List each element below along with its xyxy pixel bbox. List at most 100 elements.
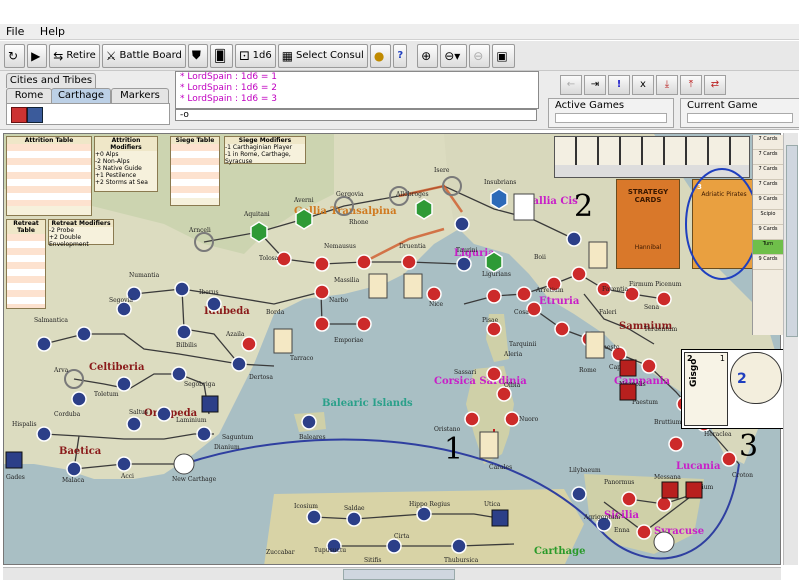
zoom-in-button[interactable]: ⊕ — [417, 43, 439, 68]
city-node[interactable] — [276, 251, 292, 267]
city-node[interactable] — [401, 254, 417, 270]
city-node[interactable] — [451, 538, 467, 554]
city-node[interactable] — [116, 376, 132, 392]
tab-cities-tribes[interactable]: Cities and Tribes — [6, 73, 96, 88]
step-button[interactable]: ▶ — [27, 43, 48, 68]
menu-help[interactable]: Help — [40, 24, 65, 39]
city-node[interactable] — [526, 301, 542, 317]
city-node[interactable] — [156, 406, 172, 422]
city-node[interactable] — [416, 506, 432, 522]
piece-icon[interactable] — [27, 107, 43, 123]
game-map[interactable]: Gallia Transalpina Gallia Cis Liguria Id… — [3, 133, 781, 565]
unit-counter[interactable] — [273, 328, 293, 354]
tab-markers[interactable]: Markers — [111, 88, 169, 103]
city-node[interactable] — [314, 256, 330, 272]
tab-carthage[interactable]: Carthage — [51, 88, 111, 103]
tribe-hex[interactable] — [250, 221, 268, 243]
city-node[interactable] — [36, 426, 52, 442]
horizontal-scroll-thumb[interactable] — [343, 569, 455, 580]
city-node[interactable] — [621, 491, 637, 507]
carthage-control-marker[interactable] — [5, 451, 23, 469]
left-arrow-button[interactable]: ← — [560, 75, 582, 95]
city-node[interactable] — [486, 321, 502, 337]
help-button[interactable]: ? — [393, 43, 408, 68]
city-node[interactable] — [641, 358, 657, 374]
city-node[interactable] — [174, 281, 190, 297]
coin-button[interactable]: ● — [369, 43, 392, 68]
rome-control-marker[interactable] — [685, 481, 703, 499]
sync-button[interactable]: ⇄ — [704, 75, 726, 95]
piece-palette[interactable] — [6, 103, 170, 125]
city-node[interactable] — [566, 231, 582, 247]
city-node[interactable] — [314, 284, 330, 300]
city-node[interactable] — [241, 336, 257, 352]
track-cell-turn[interactable]: Turn — [753, 240, 783, 255]
map-horizontal-scrollbar[interactable] — [3, 567, 781, 580]
city-node[interactable] — [668, 436, 684, 452]
tribe-hex[interactable] — [490, 188, 508, 210]
battle-board-button[interactable]: ⚔ Battle Board — [101, 43, 186, 68]
step-button[interactable]: ⇥ — [584, 75, 606, 95]
unit-counter[interactable] — [368, 273, 388, 299]
city-node[interactable] — [504, 411, 520, 427]
map-vertical-scrollbar[interactable] — [783, 133, 798, 565]
save-button[interactable]: ⤓ — [656, 75, 678, 95]
unit-counter[interactable] — [403, 273, 423, 299]
leader-counter[interactable] — [653, 531, 675, 553]
deck-button[interactable]: ⛊ — [187, 43, 208, 68]
unit-counter[interactable] — [513, 193, 535, 221]
city-node[interactable] — [196, 426, 212, 442]
unit-counter[interactable] — [588, 241, 608, 269]
tab-rome[interactable]: Rome — [6, 88, 52, 103]
hannibal-leader[interactable] — [173, 453, 195, 475]
close-log-button[interactable]: x — [632, 75, 654, 95]
city-node[interactable] — [486, 366, 502, 382]
dice-button[interactable]: ⚀ 1d6 — [235, 43, 276, 68]
city-node[interactable] — [76, 326, 92, 342]
city-node[interactable] — [171, 366, 187, 382]
city-node[interactable] — [306, 509, 322, 525]
card-track-cards[interactable] — [555, 137, 749, 165]
tribe-hex[interactable] — [485, 251, 503, 273]
select-consul-button[interactable]: ▦ Select Consul — [277, 43, 368, 68]
city-node[interactable] — [314, 316, 330, 332]
city-node[interactable] — [301, 414, 317, 430]
city-node[interactable] — [426, 286, 442, 302]
alert-button[interactable]: ! — [608, 75, 630, 95]
city-node[interactable] — [454, 216, 470, 232]
vertical-scroll-thumb[interactable] — [786, 145, 798, 337]
city-node[interactable] — [721, 451, 737, 467]
city-node[interactable] — [71, 391, 87, 407]
undo-button[interactable]: ↻ — [4, 43, 26, 68]
city-node[interactable] — [516, 286, 532, 302]
city-node[interactable] — [464, 411, 480, 427]
active-games-list[interactable] — [555, 113, 667, 123]
carthage-control-marker[interactable] — [491, 509, 509, 527]
city-node[interactable] — [36, 336, 52, 352]
city-node[interactable] — [116, 456, 132, 472]
city-node[interactable] — [176, 324, 192, 340]
city-node[interactable] — [66, 461, 82, 477]
city-node[interactable] — [126, 416, 142, 432]
city-node[interactable] — [231, 356, 247, 372]
current-game-list[interactable] — [687, 113, 793, 123]
city-node[interactable] — [456, 256, 472, 272]
city-node[interactable] — [356, 316, 372, 332]
map-window-button[interactable]: ▣ — [492, 43, 515, 68]
rome-control-marker[interactable] — [661, 481, 679, 499]
city-node[interactable] — [656, 496, 672, 512]
city-node[interactable] — [571, 266, 587, 282]
city-node[interactable] — [636, 524, 652, 540]
city-node[interactable] — [356, 254, 372, 270]
load-button[interactable]: ⤒ — [680, 75, 702, 95]
retire-button[interactable]: ⇆ Retire — [49, 43, 100, 68]
gisgo-counter[interactable]: 2 1 Gisgo — [684, 352, 728, 426]
tribe-hex[interactable] — [415, 198, 433, 220]
unit-counter[interactable] — [479, 431, 499, 459]
city-node[interactable] — [206, 296, 222, 312]
city-node[interactable] — [496, 386, 512, 402]
city-node[interactable] — [116, 301, 132, 317]
unit-counter[interactable] — [585, 331, 605, 359]
city-node[interactable] — [486, 288, 502, 304]
gisgo-leader-popup[interactable]: 2 1 Gisgo 2 — [681, 349, 785, 429]
